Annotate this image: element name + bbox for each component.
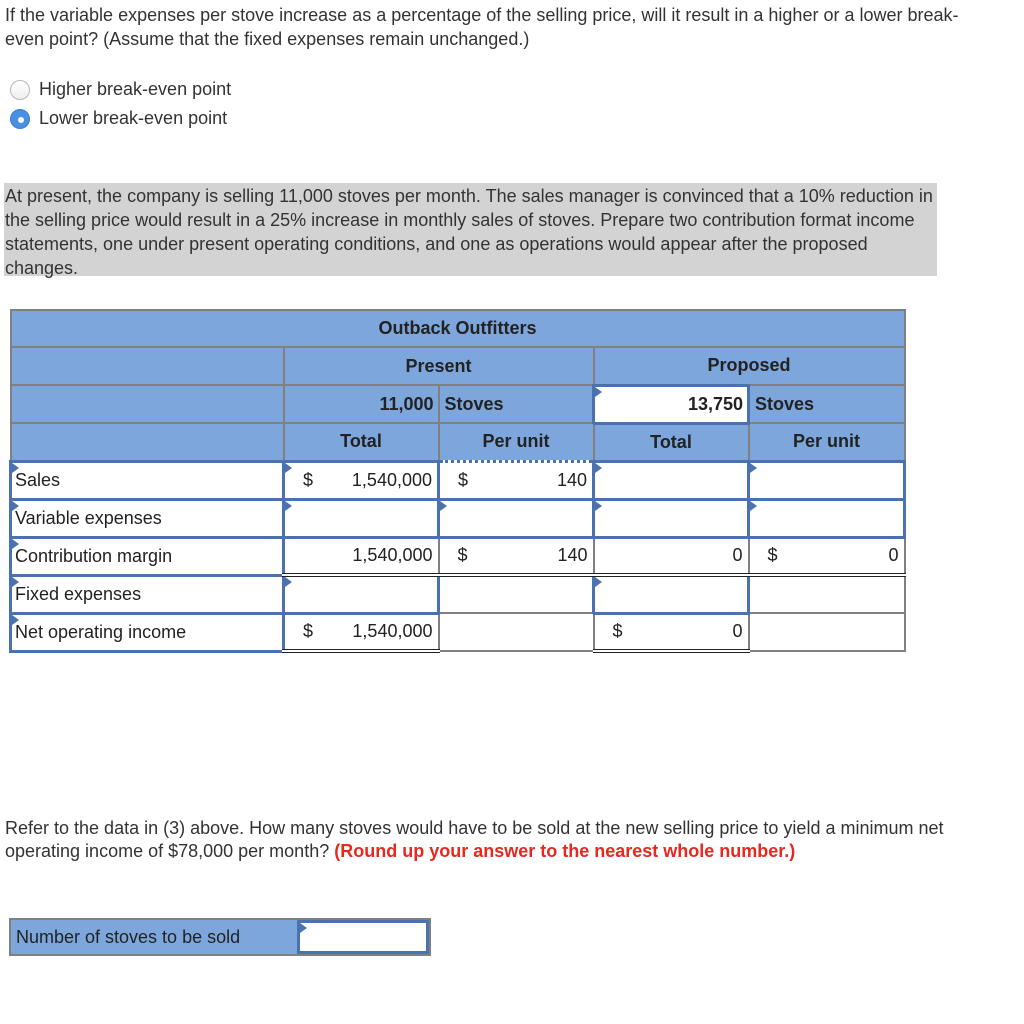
value: 1,540,000 <box>351 469 432 490</box>
value: 0 <box>888 545 899 566</box>
row-label: Contribution margin <box>15 545 173 566</box>
stoves-question: Refer to the data in (3) above. How many… <box>5 817 945 863</box>
proposed-total-input[interactable] <box>592 459 750 501</box>
present-total-value: $1,540,000 <box>282 612 440 653</box>
answer-label: Number of stoves to be sold <box>11 920 297 954</box>
proposed-total-value: $0 <box>592 612 750 653</box>
present-total-header: Total <box>282 422 440 462</box>
stoves-to-be-sold-input[interactable] <box>297 920 429 954</box>
option-label: Lower break-even point <box>39 108 228 128</box>
radio-button-selected[interactable] <box>10 108 30 129</box>
value: 1,540,000 <box>352 621 433 642</box>
table-row-net-operating-income: Net operating income $1,540,000 $0 <box>9 611 906 653</box>
row-label: Fixed expenses <box>15 583 142 604</box>
option-label: Higher break-even point <box>39 79 232 99</box>
table-row-variable-expenses: Variable expenses <box>9 497 907 539</box>
proposed-per-unit-input[interactable] <box>746 459 907 501</box>
row-label-input[interactable]: Net operating income <box>9 611 285 653</box>
table-row-fixed-expenses: Fixed expenses <box>9 573 906 615</box>
present-per-unit-blank <box>437 574 595 614</box>
proposed-per-unit-blank <box>747 574 906 614</box>
present-per-unit-value: $140 <box>437 536 595 577</box>
currency-symbol: $ <box>303 621 314 642</box>
break-even-options: Higher break-even point Lower break-even… <box>10 75 231 133</box>
present-per-unit-blank <box>437 612 595 652</box>
value: 1,540,000 <box>352 545 433 566</box>
company-name-header: Outback Outfitters <box>9 309 906 348</box>
header-blank <box>9 384 285 424</box>
present-units: 11,000 <box>282 384 440 424</box>
proposed-per-unit-input[interactable] <box>746 497 907 539</box>
value: 0 <box>732 621 743 642</box>
income-statement-table: Outback Outfitters Present Proposed 11,0… <box>9 309 907 653</box>
table-row-sales: Sales $1,540,000 $140 <box>9 459 907 501</box>
row-label-input[interactable]: Fixed expenses <box>9 573 285 615</box>
proposed-total-input[interactable] <box>592 573 750 615</box>
present-per-unit-input[interactable] <box>437 497 595 539</box>
proposed-per-unit-value: $0 <box>747 536 906 577</box>
present-total-value: 1,540,000 <box>282 536 440 577</box>
option-higher-break-even[interactable]: Higher break-even point <box>10 75 231 104</box>
present-per-unit-header: Per unit <box>437 422 595 462</box>
present-total-input[interactable]: $1,540,000 <box>282 459 440 501</box>
proposed-header: Proposed <box>592 346 906 386</box>
currency-symbol: $ <box>767 545 778 566</box>
present-total-input[interactable] <box>282 497 440 539</box>
row-label: Variable expenses <box>15 507 162 528</box>
value: 140 <box>556 469 587 490</box>
proposed-per-unit-header: Per unit <box>747 422 906 462</box>
row-label: Sales <box>15 469 61 490</box>
currency-symbol: $ <box>458 469 469 490</box>
answer-table: Number of stoves to be sold <box>9 918 431 956</box>
currency-symbol: $ <box>457 545 468 566</box>
header-blank <box>9 422 285 462</box>
currency-symbol: $ <box>303 469 314 490</box>
present-total-input[interactable] <box>282 573 440 615</box>
currency-symbol: $ <box>612 621 623 642</box>
rounding-instruction: (Round up your answer to the nearest who… <box>334 841 796 861</box>
proposed-units-input[interactable]: 13,750 <box>592 383 750 425</box>
present-header: Present <box>282 346 595 386</box>
instructions-text: At present, the company is selling 11,00… <box>4 183 937 278</box>
row-label-input[interactable]: Variable expenses <box>9 497 285 539</box>
value: 140 <box>557 545 588 566</box>
present-units-label: Stoves <box>437 384 595 424</box>
radio-button-unselected[interactable] <box>10 79 30 100</box>
option-lower-break-even[interactable]: Lower break-even point <box>10 104 231 133</box>
proposed-total-header: Total <box>592 422 750 462</box>
proposed-total-input[interactable] <box>592 497 750 539</box>
proposed-units-label: Stoves <box>747 384 906 424</box>
header-blank <box>9 346 285 386</box>
row-label-input[interactable]: Contribution margin <box>9 535 285 577</box>
row-label: Net operating income <box>15 621 187 642</box>
present-per-unit-input[interactable]: $140 <box>437 459 595 501</box>
row-label-input[interactable]: Sales <box>9 459 285 501</box>
proposed-per-unit-blank <box>747 612 906 652</box>
table-row-contribution-margin: Contribution margin 1,540,000 $140 0 $0 <box>9 535 906 577</box>
proposed-total-value: 0 <box>592 536 750 577</box>
value: 0 <box>732 545 743 566</box>
break-even-question: If the variable expenses per stove incre… <box>5 5 959 49</box>
